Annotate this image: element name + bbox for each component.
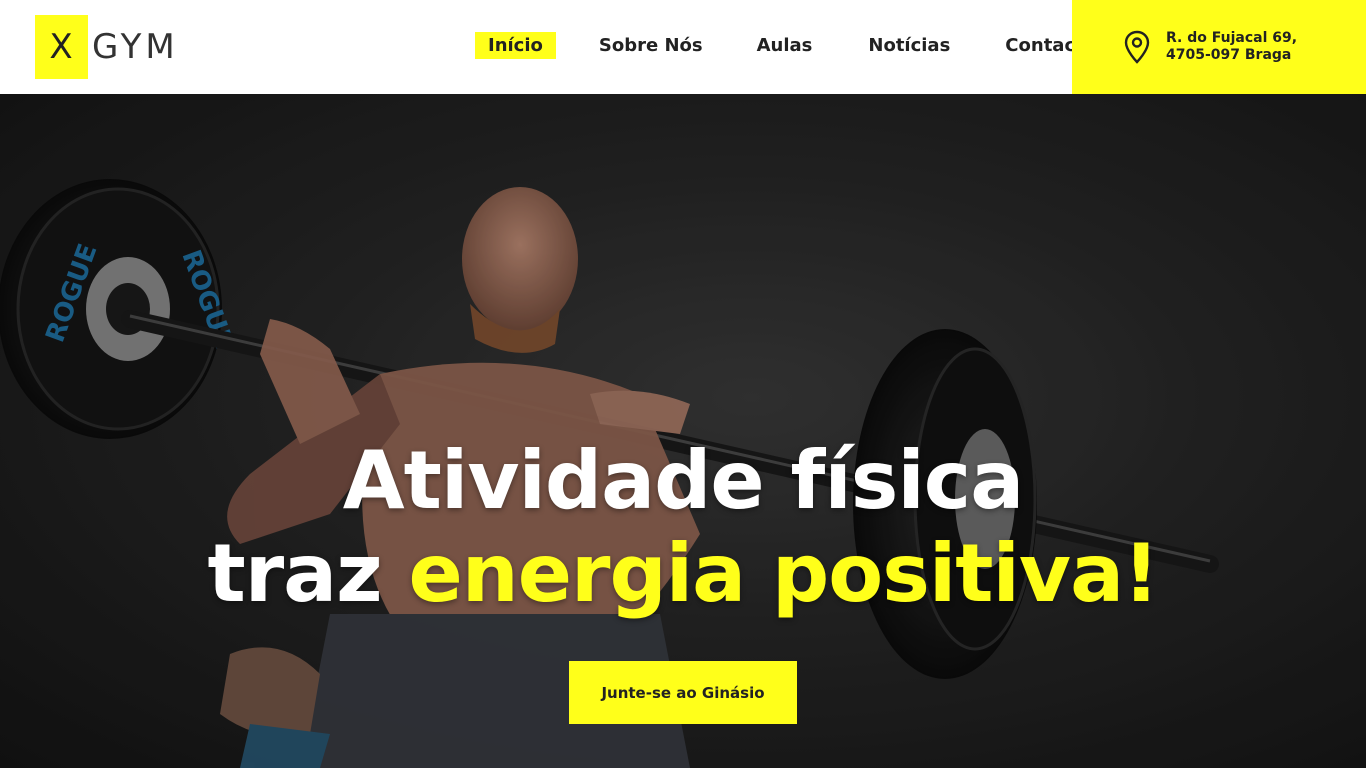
hero-section: ROGUE ROGUE Atividade física traz energi…	[0, 94, 1366, 768]
main-nav: Início Sobre Nós Aulas Notícias Contacto	[475, 32, 1109, 59]
nav-item-inicio[interactable]: Início	[475, 32, 556, 59]
logo-mark: X	[35, 15, 88, 79]
logo-text: GYM	[92, 27, 179, 67]
address-box[interactable]: R. do Fujacal 69, 4705-097 Braga	[1072, 0, 1366, 94]
map-pin-icon	[1124, 30, 1150, 64]
address-line-2: 4705-097 Braga	[1166, 47, 1292, 63]
address-text: R. do Fujacal 69, 4705-097 Braga	[1166, 30, 1297, 64]
nav-item-noticias[interactable]: Notícias	[855, 32, 963, 59]
hero-headline: Atividade física traz energia positiva!	[0, 434, 1366, 620]
headline-line-2-accent: energia positiva!	[408, 527, 1160, 620]
address-line-1: R. do Fujacal 69,	[1166, 30, 1298, 46]
logo[interactable]: X GYM	[35, 15, 179, 79]
join-gym-button[interactable]: Junte-se ao Ginásio	[569, 661, 797, 724]
nav-item-aulas[interactable]: Aulas	[744, 32, 826, 59]
headline-line-2-plain: traz	[207, 527, 409, 620]
nav-item-sobre-nos[interactable]: Sobre Nós	[586, 32, 716, 59]
headline-line-1: Atividade física	[342, 434, 1024, 527]
site-header: X GYM Início Sobre Nós Aulas Notícias Co…	[0, 0, 1366, 94]
